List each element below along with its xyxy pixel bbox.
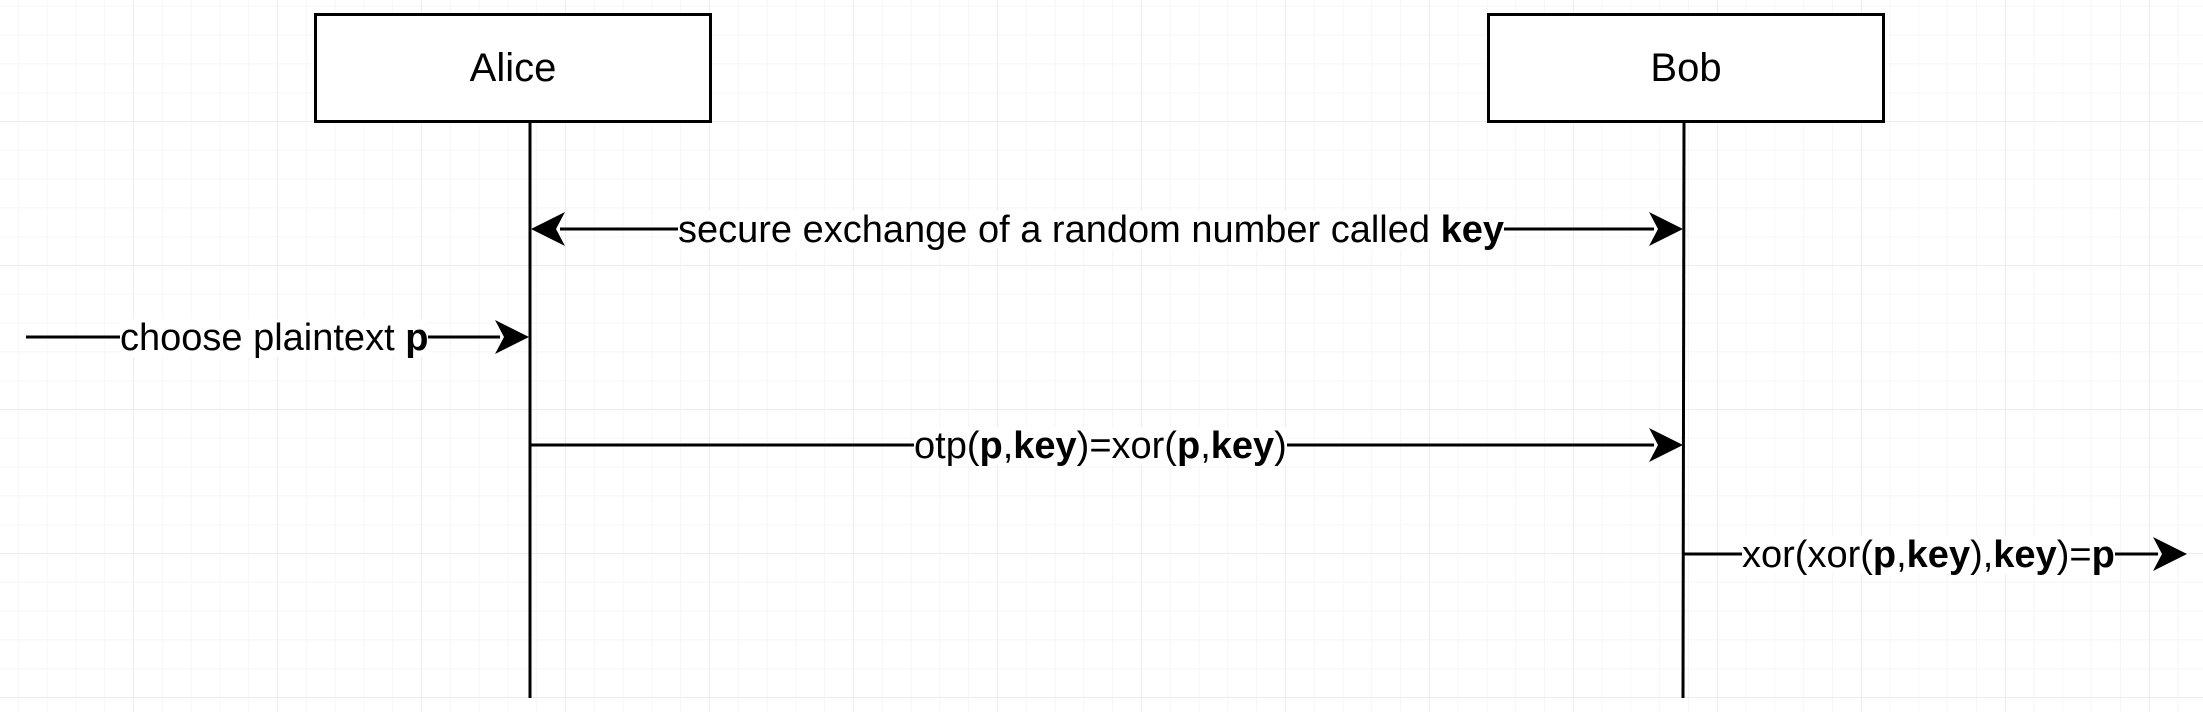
encrypt-comma2: , bbox=[1200, 425, 1211, 467]
encrypt-key2: key bbox=[1210, 425, 1275, 467]
decrypt-open: xor(xor( bbox=[1742, 534, 1873, 576]
actor-bob: Bob bbox=[1487, 13, 1885, 123]
actor-alice: Alice bbox=[314, 13, 712, 123]
encrypt-comma1: , bbox=[1002, 425, 1014, 467]
decrypt-key1: key bbox=[1906, 534, 1971, 576]
encrypt-arrowhead bbox=[1649, 428, 1683, 462]
choose-plaintext-label: choose plaintext p bbox=[120, 317, 429, 359]
decrypt-p1: p bbox=[1872, 534, 1897, 576]
decrypt-key2: key bbox=[1993, 534, 2057, 576]
encrypt-open: otp( bbox=[914, 425, 980, 467]
choose-plaintext-text: choose plaintext bbox=[120, 317, 406, 359]
decrypt-eq: )= bbox=[2056, 534, 2092, 576]
key-exchange-arrowhead-right bbox=[1649, 212, 1683, 246]
encrypt-label: otp(p,key)=xor(p,key) bbox=[914, 427, 1287, 465]
decrypt-comma1: , bbox=[1896, 534, 1907, 576]
encrypt-p1: p bbox=[979, 425, 1003, 467]
key-exchange-label: secure exchange of a random number calle… bbox=[678, 211, 1504, 249]
encrypt-key1: key bbox=[1013, 425, 1077, 467]
encrypt-p2: p bbox=[1176, 425, 1201, 467]
bob-lifeline bbox=[1681, 122, 1686, 699]
actor-alice-label: Alice bbox=[469, 45, 557, 90]
decrypt-mid: ), bbox=[1970, 534, 1994, 576]
decrypt-label: xor(xor(p,key),key)=p bbox=[1742, 536, 2115, 574]
choose-plaintext-bold: p bbox=[405, 317, 429, 359]
key-exchange-bold: key bbox=[1440, 209, 1504, 251]
key-exchange-arrowhead-left bbox=[531, 212, 565, 246]
actor-bob-label: Bob bbox=[1650, 45, 1722, 90]
encrypt-close: ) bbox=[1274, 425, 1287, 467]
decrypt-arrowhead bbox=[2153, 537, 2187, 571]
key-exchange-text: secure exchange of a random number calle… bbox=[678, 209, 1441, 251]
encrypt-mid: )=xor( bbox=[1076, 425, 1177, 467]
choose-plaintext-arrowhead bbox=[495, 320, 529, 354]
decrypt-p2: p bbox=[2091, 534, 2115, 576]
